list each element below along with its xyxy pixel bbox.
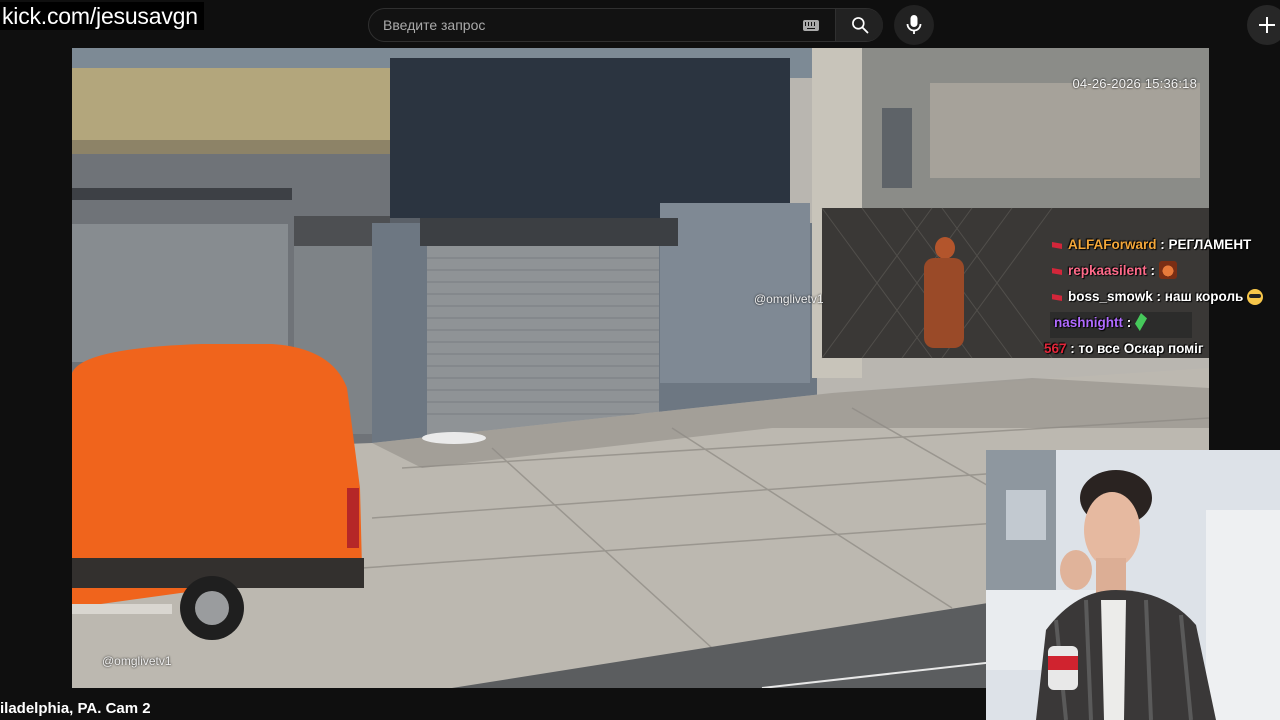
subscriber-badge-icon bbox=[1052, 242, 1062, 249]
search-input[interactable] bbox=[369, 9, 835, 41]
bear-emote-icon bbox=[1158, 261, 1177, 279]
voice-search-button[interactable] bbox=[894, 5, 934, 45]
chat-text: то все Оскар поміг bbox=[1078, 341, 1204, 356]
webcam-scene bbox=[986, 450, 1280, 720]
sunglasses-emote-icon bbox=[1247, 289, 1264, 305]
search-box bbox=[368, 8, 883, 42]
chat-text: наш король bbox=[1164, 289, 1244, 304]
create-button[interactable] bbox=[1247, 5, 1280, 45]
chat-message: repkaasilent : bbox=[1048, 260, 1280, 286]
chat-message: ALFAForward : РЕГЛАМЕНТ bbox=[1048, 234, 1280, 260]
subscriber-badge-icon bbox=[1052, 268, 1062, 275]
chat-message: 567 : то все Оскар поміг bbox=[1044, 341, 1204, 356]
microphone-icon bbox=[906, 15, 922, 34]
search-button[interactable] bbox=[835, 9, 883, 41]
chat-message: nashnightt : bbox=[1050, 312, 1192, 338]
chat-username: nashnightt bbox=[1054, 315, 1123, 330]
subscriber-badge-icon bbox=[1052, 294, 1062, 301]
chat-overlay: ALFAForward : РЕГЛАМЕНТ repkaasilent : b… bbox=[1044, 234, 1280, 364]
chat-username: 567 bbox=[1044, 341, 1067, 356]
streamer-webcam bbox=[986, 450, 1280, 720]
watermark-bottom: @omglivetv1 bbox=[102, 654, 172, 668]
chat-username: repkaasilent bbox=[1068, 263, 1147, 278]
channel-url-overlay: kick.com/jesusavgn bbox=[0, 2, 204, 30]
location-caption: iladelphia, PA. Cam 2 bbox=[0, 700, 151, 717]
chat-username: boss_smowk bbox=[1068, 289, 1153, 304]
keyboard-icon[interactable] bbox=[803, 20, 819, 31]
chat-username: ALFAForward bbox=[1068, 237, 1157, 252]
feather-emote-icon bbox=[1135, 313, 1147, 331]
watermark-top: @omglivetv1 bbox=[754, 292, 824, 306]
chat-message: boss_smowk : наш король bbox=[1048, 286, 1280, 312]
camera-timestamp: 04-26-2026 15:36:18 bbox=[1072, 76, 1197, 91]
plus-icon bbox=[1259, 17, 1275, 33]
search-icon bbox=[852, 17, 869, 34]
chat-text: РЕГЛАМЕНТ bbox=[1168, 237, 1252, 252]
